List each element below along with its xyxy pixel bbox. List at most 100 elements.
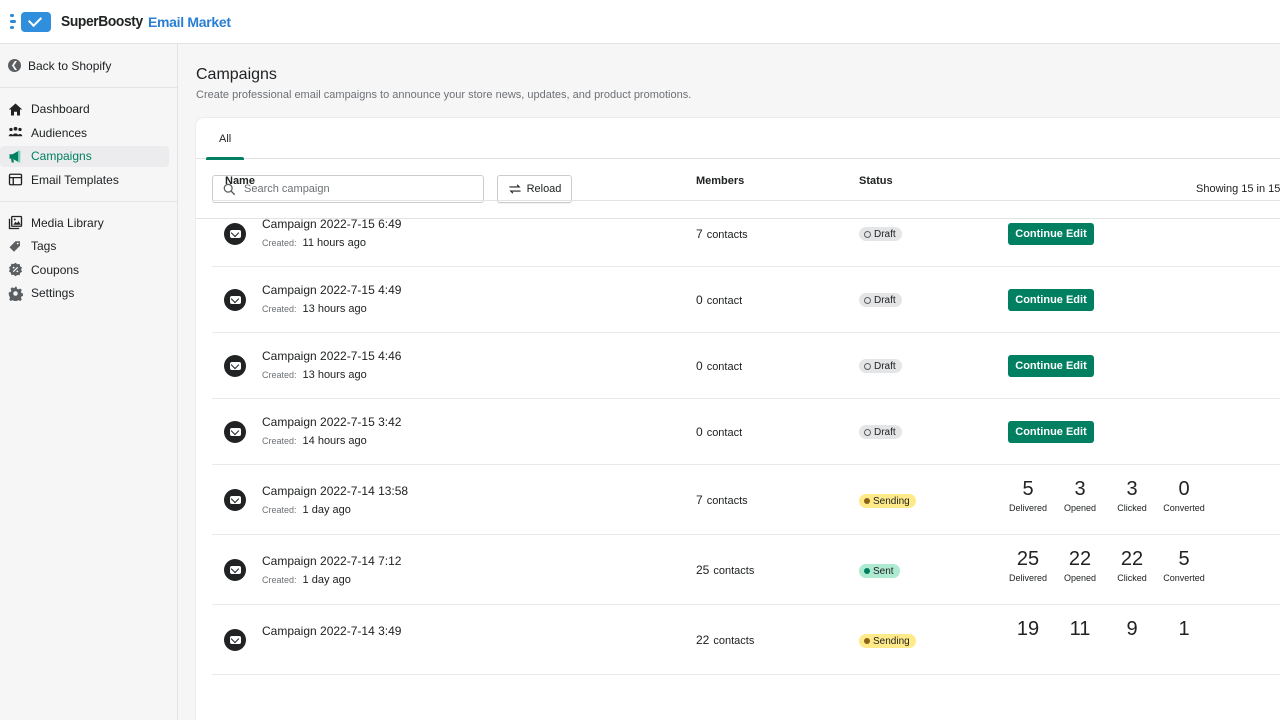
sidebar-item-label: Campaigns xyxy=(31,149,92,163)
table-row[interactable]: Campaign 2022-7-14 3:49 22 contacts Sendi… xyxy=(212,605,1280,675)
email-icon xyxy=(224,559,246,581)
created-value: 1 day ago xyxy=(302,504,351,516)
status-dot-icon xyxy=(864,362,871,370)
app-logo[interactable]: SuperBoosty Email Market xyxy=(10,11,231,32)
stat-label: Clicked xyxy=(1117,503,1147,513)
status-badge: Draft xyxy=(859,293,902,307)
sidebar-item-campaigns[interactable]: Campaigns xyxy=(0,145,169,167)
continue-edit-button[interactable]: Continue Edit xyxy=(1008,289,1094,311)
status-text: Sending xyxy=(873,635,910,647)
stat-value: 11 xyxy=(1069,618,1091,640)
sidebar-item-dashboard[interactable]: Dashboard xyxy=(0,99,169,120)
table-row[interactable]: Campaign 2022-7-15 4:49 Created: 13 hours… xyxy=(212,267,1280,333)
campaign-stats: 5 Delivered 3 Opened 3 Clicked 0 Converted xyxy=(1002,478,1210,513)
continue-edit-button[interactable]: Continue Edit xyxy=(1008,421,1094,443)
created-label: Created: xyxy=(262,238,297,248)
members-count: 7 contacts xyxy=(696,493,748,507)
members-number: 22 xyxy=(696,633,710,647)
members-count: 0 contact xyxy=(696,359,742,373)
campaign-name[interactable]: Campaign 2022-7-15 4:46 xyxy=(262,349,401,363)
stat-value: 22 xyxy=(1120,548,1144,570)
sidebar-item-label: Tags xyxy=(31,239,57,253)
campaign-name[interactable]: Campaign 2022-7-15 3:42 xyxy=(262,415,401,429)
people-icon xyxy=(7,126,24,140)
status-text: Sending xyxy=(873,495,910,507)
created-label: Created: xyxy=(262,505,297,515)
table-header: Name Members Status xyxy=(212,161,1280,201)
megaphone-icon xyxy=(7,149,24,163)
members-count: 7 contacts xyxy=(696,227,748,241)
logo-envelope-icon xyxy=(21,11,51,32)
stat-value: 9 xyxy=(1126,618,1138,640)
campaign-stats: 25 Delivered 22 Opened 22 Clicked 5 Converte… xyxy=(1002,548,1210,583)
table-row[interactable]: Campaign 2022-7-14 13:58 Created: 1 day a… xyxy=(212,465,1280,535)
members-number: 25 xyxy=(696,563,710,577)
campaign-name[interactable]: Campaign 2022-7-15 4:49 xyxy=(262,283,401,297)
sidebar-item-tags[interactable]: Tags xyxy=(0,236,169,257)
members-number: 0 xyxy=(696,425,703,439)
stat-label: Clicked xyxy=(1117,573,1147,583)
column-header-members: Members xyxy=(696,175,745,187)
members-number: 0 xyxy=(696,359,703,373)
members-number: 0 xyxy=(696,293,703,307)
created-info: Created: 14 hours ago xyxy=(262,435,367,447)
image-icon xyxy=(7,215,24,230)
sidebar-item-label: Email Templates xyxy=(31,172,119,187)
sidebar-item-label: Settings xyxy=(31,286,75,300)
table-row[interactable]: Campaign 2022-7-15 6:49 Created: 11 hours… xyxy=(212,201,1280,267)
status-dot-icon xyxy=(864,498,870,504)
created-info: Created: 13 hours ago xyxy=(262,303,367,315)
sidebar-item-coupons[interactable]: Coupons xyxy=(0,259,169,280)
campaign-name[interactable]: Campaign 2022-7-15 6:49 xyxy=(262,217,401,231)
sidebar-item-label: Coupons xyxy=(31,262,80,277)
members-unit: contact xyxy=(706,427,743,439)
campaign-name[interactable]: Campaign 2022-7-14 13:58 xyxy=(262,484,408,498)
sidebar-item-email-templates[interactable]: Email Templates xyxy=(0,169,169,190)
campaign-name[interactable]: Campaign 2022-7-14 7:12 xyxy=(262,554,401,568)
continue-edit-button[interactable]: Continue Edit xyxy=(1008,223,1094,245)
stat-opened: 3 Opened xyxy=(1054,478,1106,513)
stat-value: 5 xyxy=(1022,478,1034,500)
stat-clicked: 9 xyxy=(1106,618,1158,640)
table-row[interactable]: Campaign 2022-7-15 4:46 Created: 13 hours… xyxy=(212,333,1280,399)
gear-icon xyxy=(7,286,24,301)
table-row[interactable]: Campaign 2022-7-14 7:12 Created: 1 day ag… xyxy=(212,535,1280,605)
column-header-name: Name xyxy=(225,175,255,187)
sidebar-item-media-library[interactable]: Media Library xyxy=(0,212,169,233)
members-unit: contacts xyxy=(713,635,755,647)
sidebar-item-settings[interactable]: Settings xyxy=(0,283,169,304)
continue-edit-button[interactable]: Continue Edit xyxy=(1008,355,1094,377)
stat-label: Delivered xyxy=(1008,573,1048,583)
page-title: Campaigns xyxy=(196,66,277,83)
template-icon xyxy=(7,173,24,187)
created-value: 11 hours ago xyxy=(302,237,366,249)
tab-all[interactable]: All xyxy=(206,118,245,160)
stat-value: 0 xyxy=(1178,478,1190,500)
top-bar: SuperBoosty Email Market xyxy=(0,0,1280,44)
status-badge: Draft xyxy=(859,359,902,373)
status-text: Draft xyxy=(874,426,896,438)
stat-label: Opened xyxy=(1063,573,1097,583)
tag-icon xyxy=(7,239,24,253)
members-count: 0 contact xyxy=(696,293,742,307)
brand-product: Email Market xyxy=(147,13,231,30)
stat-label: Converted xyxy=(1163,503,1205,513)
status-dot-icon xyxy=(864,296,871,304)
status-dot-icon xyxy=(864,638,870,644)
stat-label: Delivered xyxy=(1008,503,1048,513)
members-count: 22 contacts xyxy=(696,633,754,647)
campaign-name[interactable]: Campaign 2022-7-14 3:49 xyxy=(262,624,401,638)
stat-value: 19 xyxy=(1016,618,1040,640)
members-count: 25 contacts xyxy=(696,563,754,577)
members-unit: contacts xyxy=(713,565,755,577)
sidebar-item-audiences[interactable]: Audiences xyxy=(0,122,169,143)
stat-label: Converted xyxy=(1163,573,1205,583)
nav-group-secondary: Media Library Tags Coupons Settings xyxy=(0,202,177,315)
logo-dashes-icon xyxy=(10,14,16,29)
back-to-shopify-link[interactable]: ❮ Back to Shopify xyxy=(0,44,177,88)
created-info: Created: 1 day ago xyxy=(262,504,351,516)
members-unit: contacts xyxy=(706,495,748,507)
status-badge: Sending xyxy=(859,634,916,648)
status-dot-icon xyxy=(864,568,870,574)
table-row[interactable]: Campaign 2022-7-15 3:42 Created: 14 hours… xyxy=(212,399,1280,465)
